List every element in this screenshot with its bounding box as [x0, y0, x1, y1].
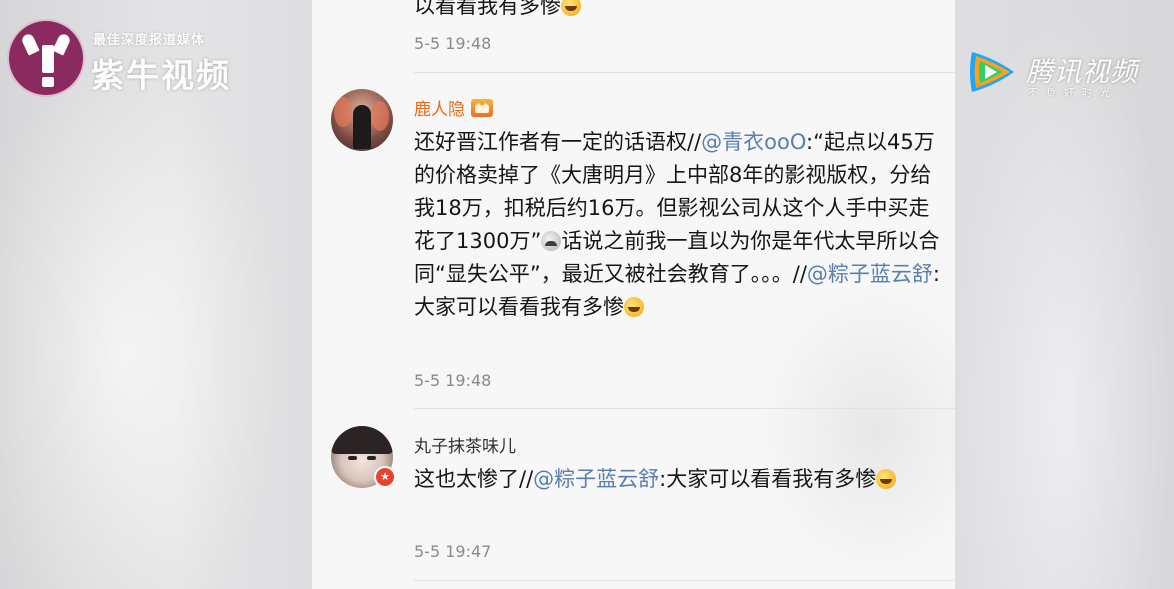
laugh-cry-emoji — [561, 0, 581, 16]
mention-link[interactable]: @粽子蓝云舒 — [807, 262, 933, 286]
video-frame: 以看看我有多惨 5-5 19:48 鹿人隐 还好晋江作者有一定的话语权//@青衣… — [0, 0, 1174, 589]
laugh-cry-emoji — [624, 297, 644, 317]
tencent-video-logo: 腾讯视频 不负好时光 — [966, 48, 1166, 100]
comment-username[interactable]: 鹿人隐 — [414, 95, 493, 120]
vip-crown-icon — [471, 99, 493, 117]
logo-slogan: 不负好时光 — [1028, 88, 1118, 99]
play-icon — [970, 52, 1014, 92]
comment-panel: 以看看我有多惨 5-5 19:48 鹿人隐 还好晋江作者有一定的话语权//@青衣… — [312, 0, 955, 589]
username-text[interactable]: 鹿人隐 — [414, 100, 465, 120]
comment-time: 5-5 19:48 — [414, 371, 492, 390]
laugh-cry-emoji — [876, 469, 897, 489]
verified-badge-icon: ★ — [374, 466, 396, 488]
bull-logo-icon — [7, 19, 85, 97]
comment-divider — [414, 72, 955, 73]
user-avatar[interactable] — [331, 89, 393, 151]
comment-text: :大家可以看看我有多惨 — [659, 467, 877, 491]
comment-time: 5-5 19:47 — [414, 542, 492, 561]
comment-username[interactable]: 丸子抹茶味儿 — [414, 432, 516, 457]
mention-link[interactable]: @青衣ooO — [701, 130, 806, 154]
comment-body: 这也太惨了//@粽子蓝云舒:大家可以看看我有多惨 — [414, 463, 944, 496]
comment-time: 5-5 19:48 — [414, 34, 492, 53]
comment-body: 还好晋江作者有一定的话语权//@青衣ooO:“起点以45万的价格卖掉了《大唐明月… — [414, 126, 944, 324]
mention-link[interactable]: @粽子蓝云舒 — [533, 467, 659, 491]
comment-text: 以看看我有多惨 — [414, 0, 561, 18]
sad-emoji — [541, 231, 562, 251]
zhiniu-video-logo: 最佳深度报道媒体 紫牛视频 — [7, 19, 247, 99]
logo-tagline: 最佳深度报道媒体 — [93, 33, 206, 48]
logo-name: 紫牛视频 — [91, 56, 231, 95]
comment-body: 以看看我有多惨 — [414, 0, 944, 23]
comment-divider — [414, 408, 955, 409]
comment-text: 这也太惨了// — [414, 467, 534, 491]
comment-text: 还好晋江作者有一定的话语权// — [414, 130, 702, 154]
comment-divider — [414, 580, 955, 581]
